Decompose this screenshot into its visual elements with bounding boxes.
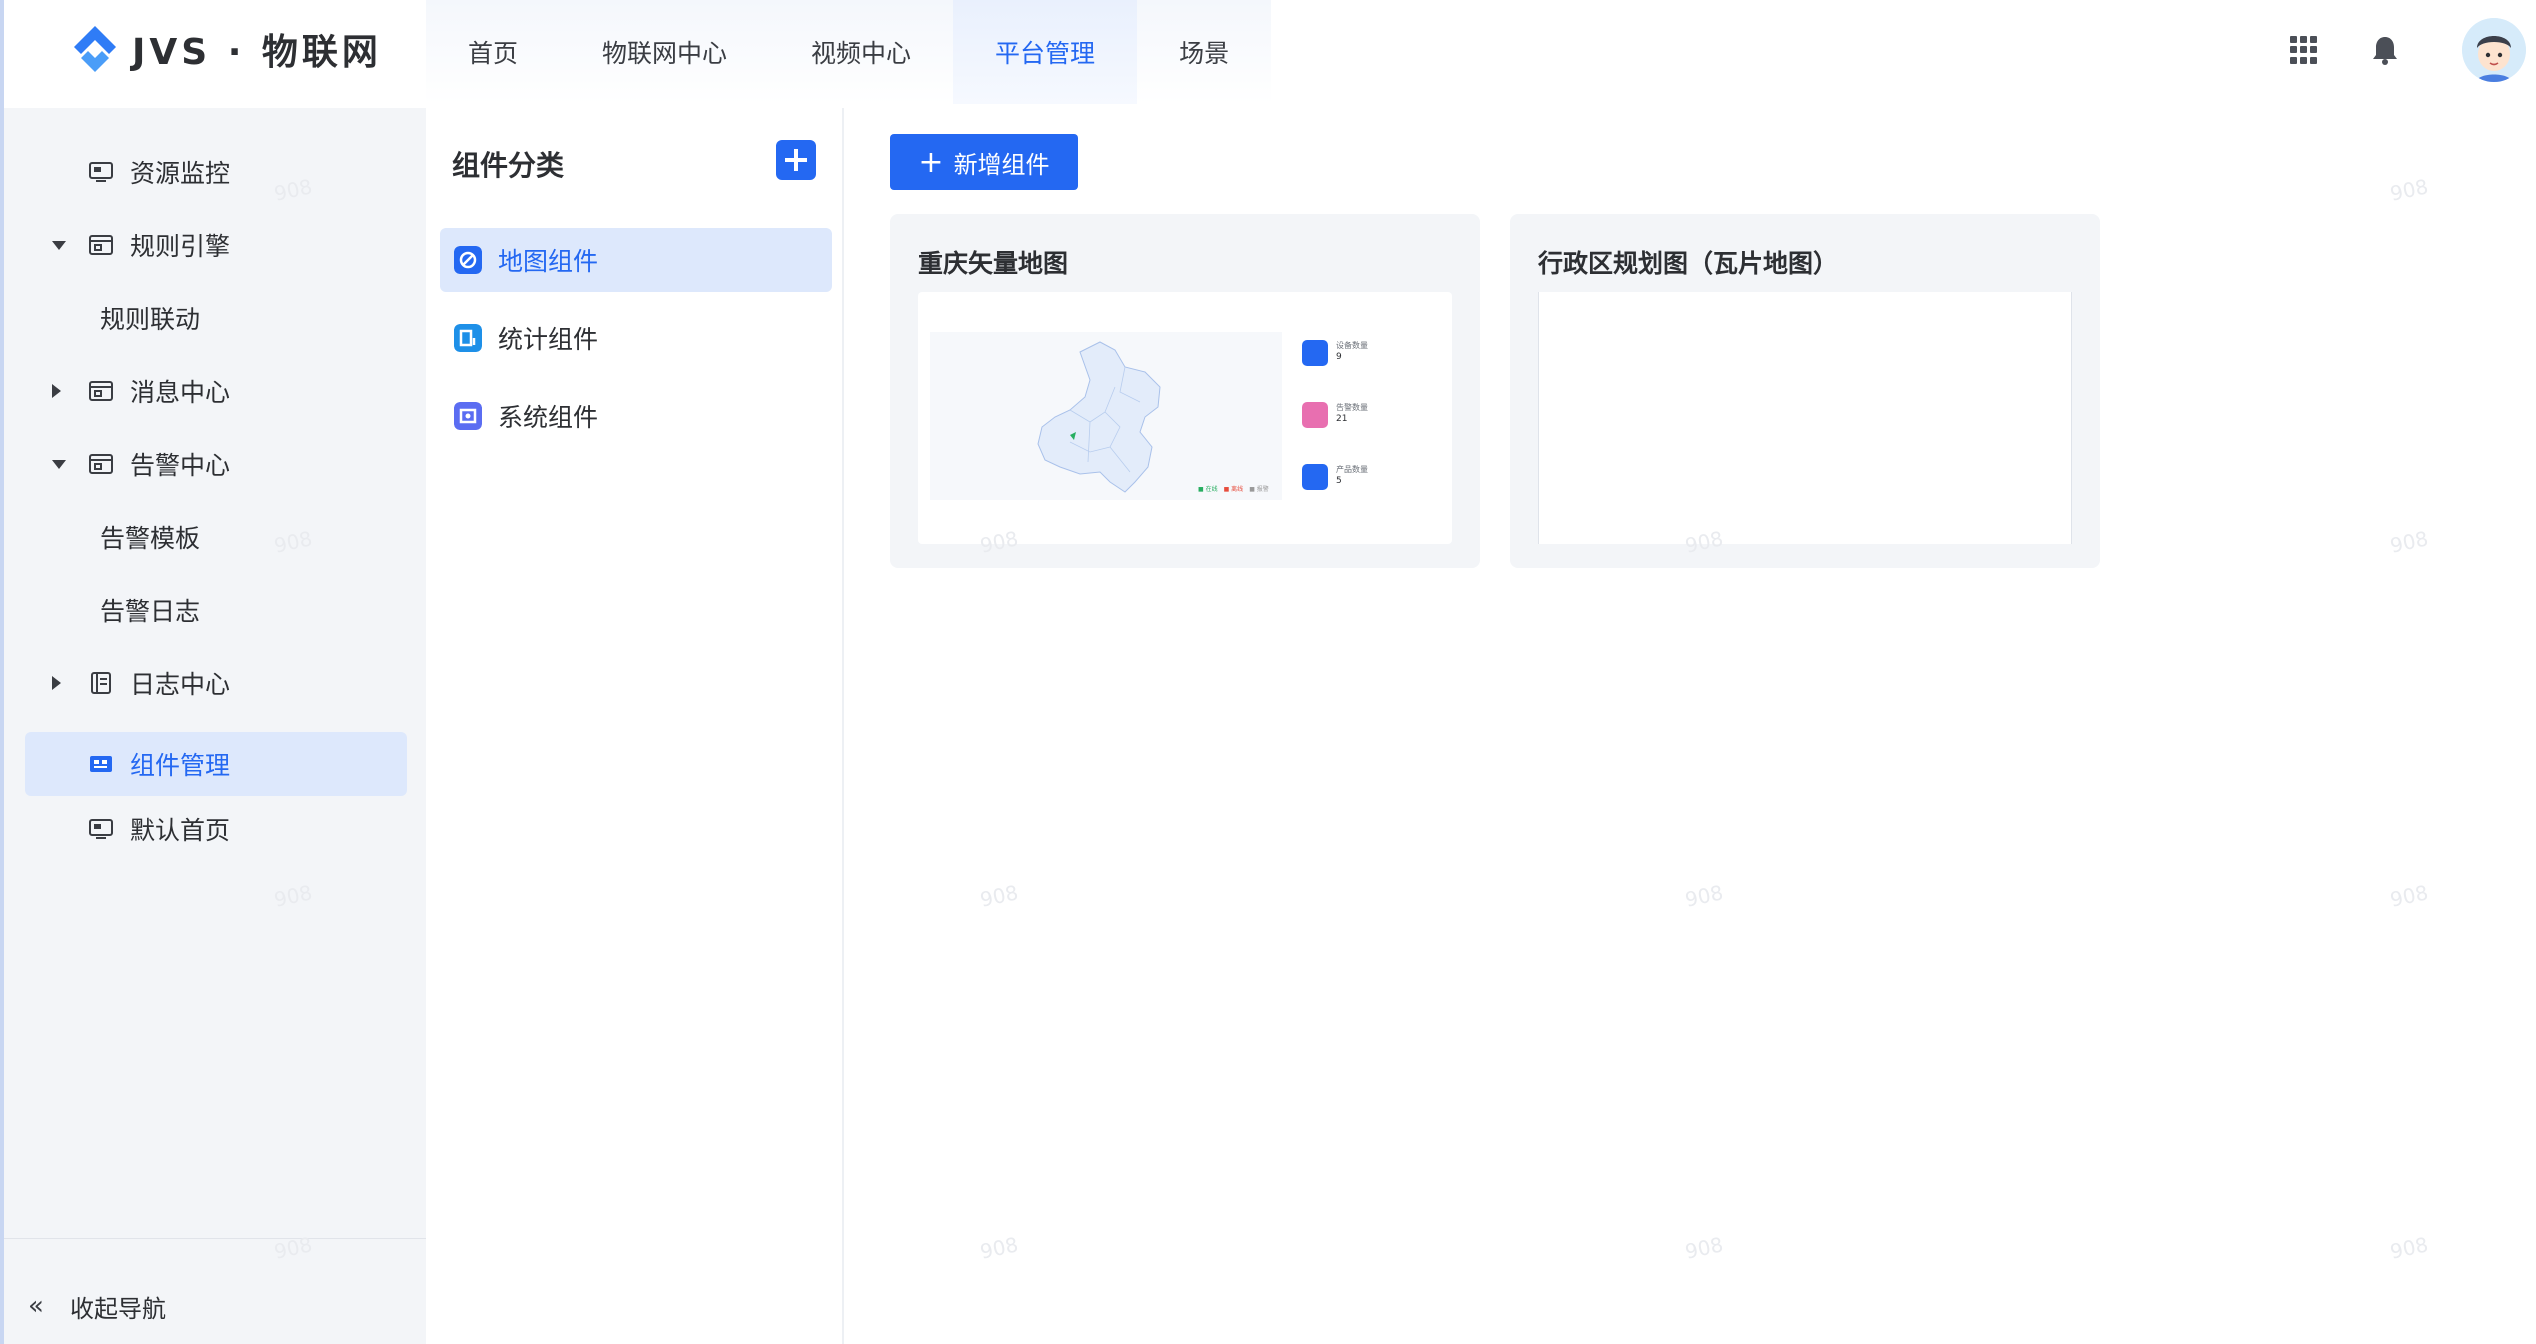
topnav-item-home[interactable]: 首页 xyxy=(426,0,560,104)
collapse-nav-label: 收起导航 xyxy=(70,1294,166,1323)
home-page-icon xyxy=(89,819,113,839)
stat-title: 设备数量 xyxy=(1336,341,1368,350)
user-avatar[interactable] xyxy=(2462,18,2526,82)
statistics-component-icon xyxy=(454,324,482,352)
sidebar-item-label: 日志中心 xyxy=(130,670,231,699)
topnav-item-iot-center[interactable]: 物联网中心 xyxy=(560,0,769,104)
category-item-system[interactable]: 系统组件 xyxy=(440,384,832,448)
preview-stat-device-count: 设备数量 9 xyxy=(1302,334,1440,386)
sidebar-item-rule-engine[interactable]: 规则引擎 xyxy=(4,213,426,277)
logo-icon xyxy=(74,26,116,72)
sidebar-item-label: 组件管理 xyxy=(130,751,231,780)
product-icon xyxy=(1302,464,1328,490)
category-item-label: 系统组件 xyxy=(498,403,599,432)
topnav-item-video-center[interactable]: 视频中心 xyxy=(769,0,953,104)
alarm-user-icon xyxy=(1302,402,1328,428)
sidebar-item-message-center[interactable]: 消息中心 xyxy=(4,359,426,423)
sidebar-item-label: 告警模板 xyxy=(100,524,201,553)
sidebar-item-label: 规则联动 xyxy=(100,305,201,334)
log-icon xyxy=(91,672,111,694)
apps-grid-icon[interactable] xyxy=(2290,36,2318,64)
category-item-statistics[interactable]: 统计组件 xyxy=(440,306,832,370)
legend-item: 在线 xyxy=(1198,484,1218,493)
category-item-map[interactable]: 地图组件 xyxy=(440,228,832,292)
preview-legend: 在线 离线 报警 xyxy=(1198,484,1269,493)
sidebar-item-alarm-center[interactable]: 告警中心 xyxy=(4,432,426,496)
alarm-icon xyxy=(89,454,113,474)
top-nav: 首页 物联网中心 视频中心 平台管理 场景 xyxy=(426,0,1272,104)
stat-value: 9 xyxy=(1336,352,1342,362)
logo-text: JVS · 物联网 xyxy=(132,32,382,73)
system-component-icon xyxy=(454,402,482,430)
sidebar-item-alarm-template[interactable]: 告警模板 xyxy=(4,505,426,569)
preview-map-area xyxy=(930,332,1282,500)
sidebar-item-log-center[interactable]: 日志中心 xyxy=(4,651,426,715)
chongqing-map-shape xyxy=(1037,341,1161,493)
add-component-label: 新增组件 xyxy=(953,150,1050,179)
card-preview-image: 在线 离线 报警 设备数量 9 告警数量 21 产品数量 5 xyxy=(918,292,1452,544)
plus-icon: + xyxy=(918,144,944,180)
component-card-chongqing-vector-map[interactable]: 重庆矢量地图 在线 离线 报警 设备数量 9 告警数量 xyxy=(890,214,1480,568)
collapse-nav-button[interactable]: « 收起导航 xyxy=(28,1286,166,1326)
rule-icon xyxy=(89,235,113,255)
top-header: JVS · 物联网 首页 物联网中心 视频中心 平台管理 场景 xyxy=(4,0,2536,108)
monitor-icon xyxy=(89,162,113,182)
message-icon xyxy=(89,381,113,401)
stat-title: 告警数量 xyxy=(1336,403,1368,412)
stat-value: 21 xyxy=(1336,414,1348,424)
category-item-label: 统计组件 xyxy=(498,325,599,354)
sidebar-item-alarm-log[interactable]: 告警日志 xyxy=(4,578,426,642)
card-preview-image xyxy=(1538,292,2072,544)
sidebar-item-label: 告警中心 xyxy=(130,451,231,480)
sidebar-item-rule-linkage[interactable]: 规则联动 xyxy=(4,286,426,350)
legend-item: 报警 xyxy=(1249,484,1269,493)
sidebar-divider xyxy=(4,1238,426,1239)
preview-stat-product-count: 产品数量 5 xyxy=(1302,458,1440,510)
stat-value: 5 xyxy=(1336,476,1342,486)
component-card-admin-district-tile-map[interactable]: 行政区规划图（瓦片地图） xyxy=(1510,214,2100,568)
component-list-main: + 新增组件 重庆矢量地图 在线 离线 报警 设备数量 9 xyxy=(846,108,2536,1344)
add-component-button[interactable]: + 新增组件 xyxy=(890,134,1078,190)
sidebar-item-default-home[interactable]: 默认首页 xyxy=(4,797,426,861)
header-actions xyxy=(2290,18,2526,82)
map-component-icon xyxy=(454,246,482,274)
category-panel-title: 组件分类 xyxy=(452,149,565,182)
caret-down-icon[interactable] xyxy=(52,240,66,250)
left-sidebar: 资源监控 规则引擎 规则联动 消息中心 告警中心 告警模板 告警日志 日志中心 … xyxy=(4,108,426,1344)
caret-right-icon[interactable] xyxy=(52,676,61,690)
preview-stat-alarm-count: 告警数量 21 xyxy=(1302,396,1440,448)
sidebar-item-component-management[interactable]: 组件管理 xyxy=(25,732,407,796)
topnav-item-platform-management[interactable]: 平台管理 xyxy=(953,0,1138,104)
bell-icon[interactable] xyxy=(2370,34,2400,66)
add-category-button[interactable] xyxy=(776,140,816,180)
double-chevron-left-icon: « xyxy=(28,1291,44,1321)
component-icon xyxy=(90,756,112,772)
logo[interactable]: JVS · 物联网 xyxy=(68,22,382,76)
topnav-item-scene[interactable]: 场景 xyxy=(1137,0,1271,104)
component-category-panel: 组件分类 地图组件 统计组件 系统组件 xyxy=(426,108,844,1344)
card-title: 行政区规划图（瓦片地图） xyxy=(1538,249,1839,278)
sidebar-item-label: 资源监控 xyxy=(130,159,231,188)
caret-down-icon[interactable] xyxy=(52,459,66,469)
caret-right-icon[interactable] xyxy=(52,384,61,398)
legend-item: 离线 xyxy=(1224,484,1243,493)
sidebar-item-label: 规则引擎 xyxy=(130,232,231,261)
stat-title: 产品数量 xyxy=(1336,465,1368,474)
device-icon xyxy=(1302,340,1328,366)
card-title: 重庆矢量地图 xyxy=(918,249,1069,278)
sidebar-item-label: 告警日志 xyxy=(100,597,201,626)
sidebar-item-label: 消息中心 xyxy=(130,378,231,407)
category-item-label: 地图组件 xyxy=(498,247,599,276)
sidebar-item-label: 默认首页 xyxy=(130,816,231,845)
sidebar-item-resource-monitor[interactable]: 资源监控 xyxy=(4,140,426,204)
